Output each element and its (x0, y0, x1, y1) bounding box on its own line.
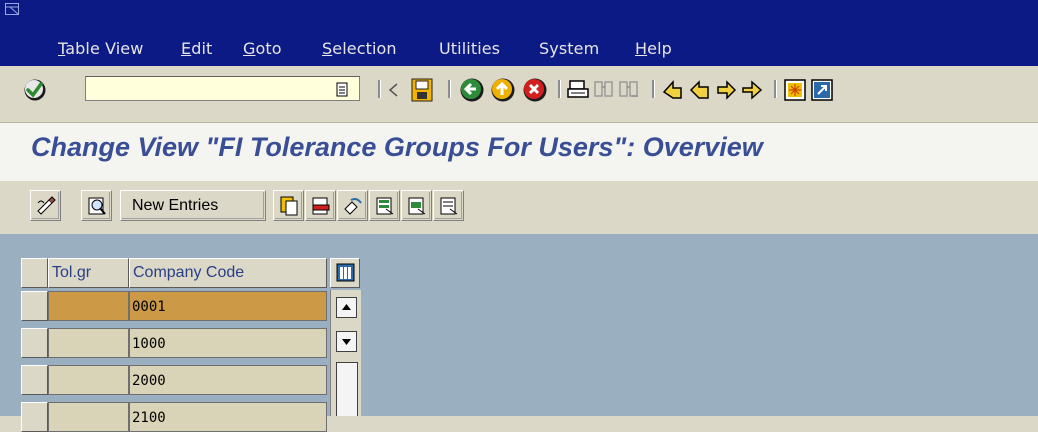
menu-utilities[interactable]: Utilities (439, 39, 500, 58)
menu-label: able View (65, 39, 144, 58)
table-settings-icon (336, 263, 355, 282)
new-entries-label: New Entries (132, 197, 219, 214)
scroll-up-button[interactable] (336, 297, 357, 318)
details-button[interactable] (81, 190, 112, 221)
details-icon (88, 197, 106, 215)
delete-button[interactable] (305, 190, 336, 221)
enter-icon[interactable] (23, 78, 47, 102)
table-cell-tol-gr[interactable] (48, 402, 129, 432)
history-dropdown-icon[interactable] (336, 82, 350, 98)
table-cell-company-code[interactable]: 1000 (129, 328, 327, 358)
table-cell-tol-gr[interactable] (48, 328, 129, 358)
menu-selection[interactable]: Selection (322, 39, 397, 58)
row-selector[interactable] (21, 402, 48, 432)
window-title-bar (0, 0, 1038, 32)
column-header-company-code[interactable]: Company Code (129, 258, 327, 288)
deselect-all-icon (440, 197, 458, 215)
menu-system[interactable]: System (539, 39, 599, 58)
arrow-down-icon (342, 339, 351, 345)
display-change-icon (37, 196, 56, 215)
undo-change-button[interactable] (337, 190, 368, 221)
scroll-down-button[interactable] (336, 331, 357, 352)
table-cell-tol-gr[interactable] (48, 291, 129, 321)
menu-table-view[interactable]: Table View (58, 39, 143, 58)
toolbar-separator (774, 80, 777, 98)
menu-help[interactable]: Help (635, 39, 672, 58)
previous-page-icon[interactable] (688, 78, 712, 102)
select-block-icon (408, 197, 426, 215)
select-block-button[interactable] (401, 190, 432, 221)
select-all-rows-cell[interactable] (21, 258, 48, 288)
delete-icon (312, 197, 330, 215)
last-page-icon[interactable] (740, 78, 764, 102)
content-margin (0, 258, 21, 416)
select-all-button[interactable] (369, 190, 400, 221)
toolbar-separator (558, 80, 561, 98)
screen-title-bar: Change View "FI Tolerance Groups For Use… (0, 123, 1038, 181)
copy-as-button[interactable] (273, 190, 304, 221)
menu-goto[interactable]: Goto (243, 39, 282, 58)
back-arrow-icon[interactable] (387, 82, 401, 98)
copy-as-icon (280, 196, 298, 216)
find-icon[interactable] (593, 79, 615, 101)
back-icon[interactable] (459, 77, 485, 103)
row-selector[interactable] (21, 365, 48, 395)
table-settings-button[interactable] (330, 258, 360, 288)
shortcut-icon[interactable] (810, 78, 834, 102)
scrollbar-thumb[interactable] (336, 362, 358, 416)
command-field[interactable] (85, 76, 360, 101)
column-header-tol-gr[interactable]: Tol.gr (48, 258, 129, 288)
page-title: Change View "FI Tolerance Groups For Use… (31, 132, 763, 162)
create-session-icon[interactable] (783, 78, 807, 102)
next-page-icon[interactable] (714, 78, 738, 102)
toolbar-separator (378, 80, 381, 98)
deselect-all-button[interactable] (433, 190, 464, 221)
display-change-button[interactable] (30, 190, 61, 221)
menu-bar: Table View Edit Goto Selection Utilities… (0, 32, 1038, 66)
undo-change-icon (344, 198, 362, 215)
cancel-icon[interactable] (522, 77, 548, 103)
table-cell-tol-gr[interactable] (48, 365, 129, 395)
first-page-icon[interactable] (661, 78, 685, 102)
find-next-icon[interactable] (618, 79, 640, 101)
select-all-icon (376, 197, 394, 215)
system-menu-icon[interactable] (5, 3, 19, 15)
arrow-up-icon (342, 304, 351, 310)
table-cell-company-code[interactable]: 2100 (129, 402, 327, 432)
row-selector[interactable] (21, 291, 48, 321)
table-cell-company-code[interactable]: 0001 (129, 291, 327, 321)
toolbar-separator (448, 80, 451, 98)
save-icon[interactable] (410, 77, 434, 103)
toolbar-separator (652, 80, 655, 98)
row-selector[interactable] (21, 328, 48, 358)
exit-icon[interactable] (490, 77, 516, 103)
menu-edit[interactable]: Edit (181, 39, 212, 58)
table-cell-company-code[interactable]: 2000 (129, 365, 327, 395)
print-icon[interactable] (567, 79, 589, 101)
new-entries-button[interactable]: New Entries (120, 190, 266, 221)
